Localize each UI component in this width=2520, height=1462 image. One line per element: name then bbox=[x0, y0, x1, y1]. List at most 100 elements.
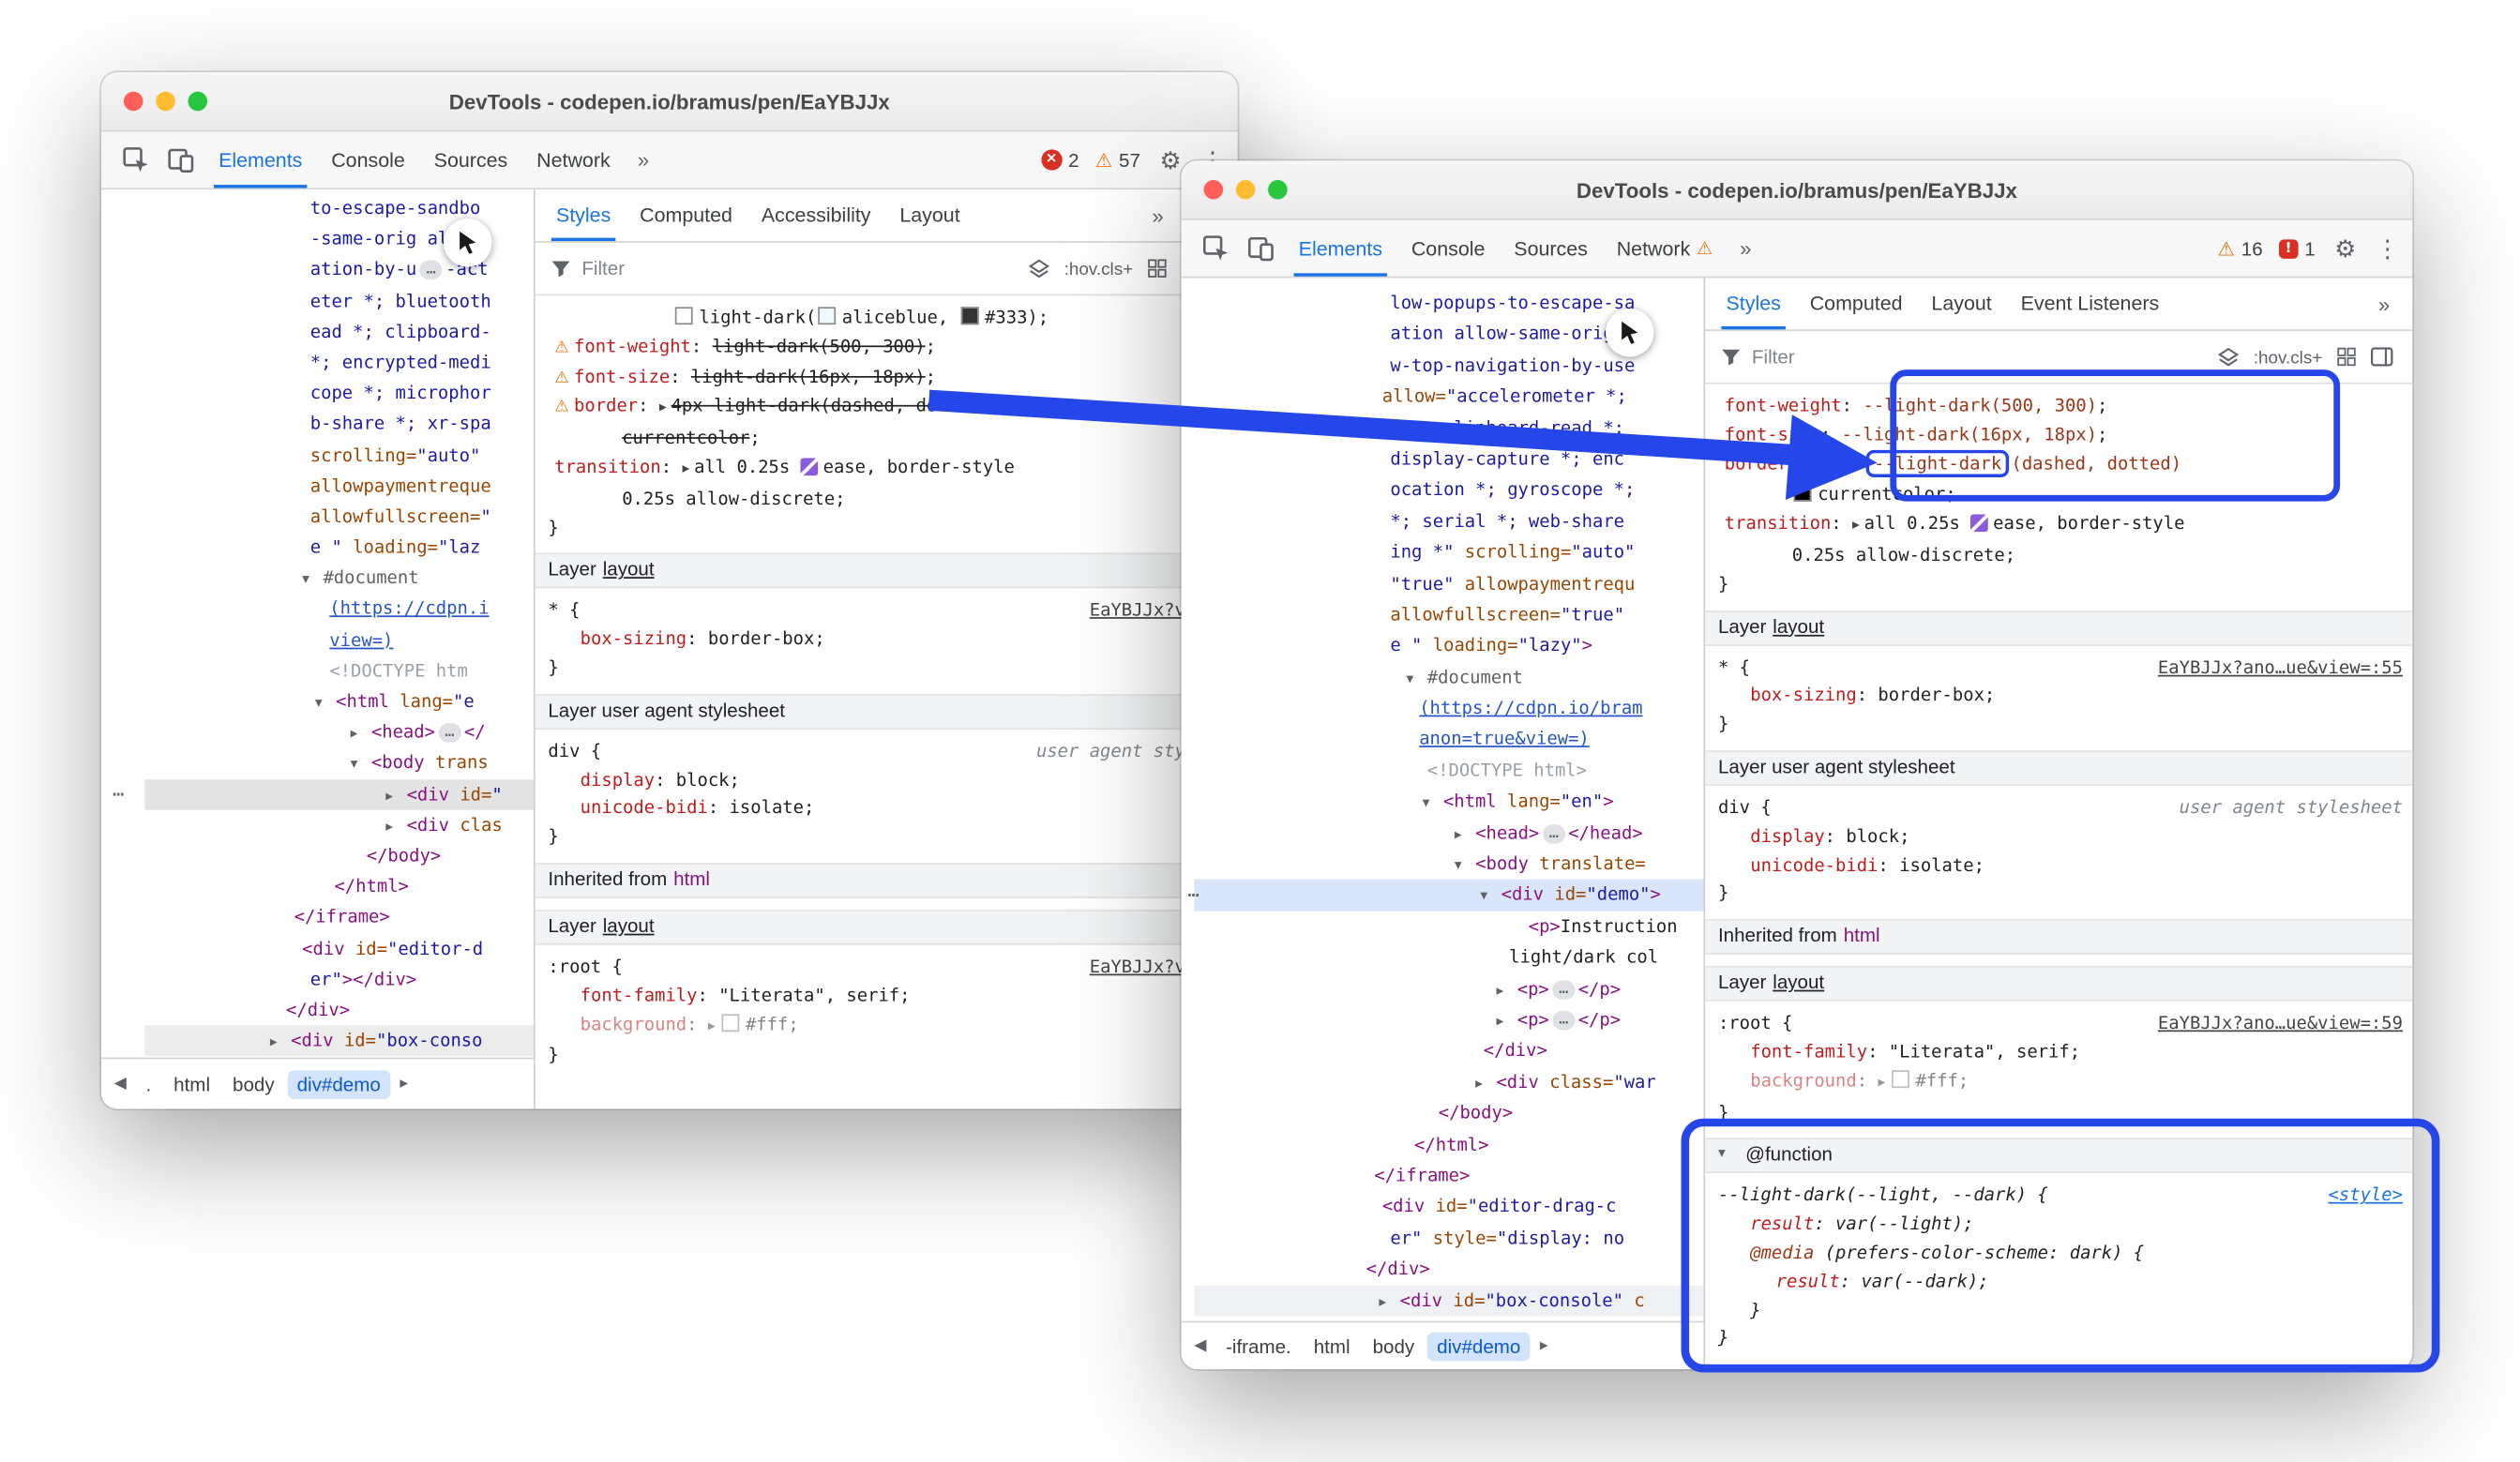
dom-tree-row[interactable]: allowfullscreen=" bbox=[144, 501, 534, 532]
toolbar-badge-issue[interactable]: !1 bbox=[2279, 237, 2316, 260]
style-declaration-row[interactable]: } bbox=[536, 654, 1238, 682]
tab-sources[interactable]: Sources bbox=[1500, 220, 1602, 277]
style-declaration-row[interactable]: div {user agent stylesheet bbox=[1705, 794, 2412, 822]
dom-tree-row[interactable]: scrolling="auto" bbox=[144, 440, 534, 471]
dom-tree-row[interactable]: er" style="display: no bbox=[1194, 1223, 1703, 1254]
color-swatch-icon[interactable] bbox=[960, 307, 978, 324]
settings-gear-icon[interactable]: ⚙ bbox=[2334, 234, 2356, 263]
style-declaration-row[interactable]: --light-dark(--light, --dark) {<style> bbox=[1705, 1182, 2412, 1210]
dom-tree-row[interactable]: "true" allowpaymentrequ bbox=[1194, 568, 1703, 599]
more-panels-button[interactable]: » bbox=[628, 148, 659, 173]
disclosure-icon[interactable]: ▸ bbox=[1496, 1007, 1517, 1038]
dom-tree-row[interactable]: eter *; bluetooth bbox=[144, 285, 534, 316]
gutter-ellipsis[interactable]: … bbox=[1187, 879, 1199, 901]
disclosure-icon[interactable]: ▸ bbox=[351, 720, 371, 751]
tab-network[interactable]: Network bbox=[522, 132, 625, 188]
disclosure-icon[interactable]: ▾ bbox=[1423, 790, 1443, 821]
zoom-button[interactable] bbox=[189, 92, 208, 112]
style-declaration-row[interactable]: ⚠ border: ▸ 4px light-dark(dashed, dotte… bbox=[536, 393, 1238, 425]
disclosure-icon[interactable]: ▸ bbox=[385, 813, 406, 844]
tab-styles[interactable]: Styles bbox=[1712, 278, 1795, 329]
style-declaration-row[interactable]: @media (prefers-color-scheme: dark) { bbox=[1705, 1239, 2412, 1267]
style-declaration-row[interactable]: background: ▸ #fff; bbox=[1705, 1066, 2412, 1098]
dom-tree-row[interactable]: ocation *; gyroscope *; bbox=[1194, 475, 1703, 505]
disclosure-icon[interactable]: ▸ bbox=[1475, 1070, 1496, 1101]
dom-tree-row[interactable]: ▸<div id="box-console" c bbox=[1194, 1285, 1703, 1316]
style-declaration-row[interactable]: font-size: --light-dark(16px, 18px); bbox=[1705, 421, 2412, 449]
tab-network[interactable]: Network⚠ bbox=[1602, 220, 1727, 277]
style-declaration-row[interactable]: :root {EaYBJJx?view= bbox=[536, 953, 1238, 981]
style-declaration-row[interactable]: ⚠ font-size: light-dark(16px, 18px); bbox=[536, 363, 1238, 393]
zoom-button[interactable] bbox=[1268, 180, 1288, 200]
state-toggle-cls[interactable]: .cls bbox=[1096, 261, 1123, 280]
style-declaration-row[interactable]: currentcolor; bbox=[536, 425, 1238, 453]
dom-tree-row[interactable]: <!DOCTYPE html> bbox=[1194, 755, 1703, 786]
style-declaration-row[interactable]: result: var(--dark); bbox=[1705, 1268, 2412, 1296]
style-declaration-row[interactable]: font-family: "Literata", serif; bbox=[1705, 1038, 2412, 1066]
tab-console[interactable]: Console bbox=[1396, 220, 1499, 277]
toolbar-badge-warn[interactable]: ⚠16 bbox=[2217, 237, 2262, 260]
dom-tree-row[interactable]: display-capture *; enc bbox=[1194, 444, 1703, 475]
disclosure-icon[interactable]: ▾ bbox=[315, 689, 336, 720]
filter-funnel-icon[interactable] bbox=[551, 259, 571, 279]
style-declaration-row[interactable]: transition: ▸ all 0.25s ease, border-sty… bbox=[536, 453, 1238, 485]
color-swatch-icon[interactable] bbox=[818, 307, 836, 324]
dom-tree-row[interactable]: anon=true&view=) bbox=[1194, 724, 1703, 755]
color-swatch-icon[interactable] bbox=[1892, 1070, 1909, 1088]
style-declaration-row[interactable]: } bbox=[1705, 1296, 2412, 1324]
dom-tree-row[interactable]: </iframe> bbox=[1194, 1160, 1703, 1191]
style-declaration-row[interactable]: } bbox=[1705, 880, 2412, 908]
resource-link[interactable]: anon=true&view=) bbox=[1419, 729, 1590, 749]
style-declaration-row[interactable]: display: block; bbox=[1705, 822, 2412, 851]
close-button[interactable] bbox=[1204, 180, 1224, 200]
dom-tree-row[interactable]: ▾#document bbox=[1194, 662, 1703, 693]
devtools-window-front[interactable]: DevTools - codepen.io/bramus/pen/EaYBJJx… bbox=[1182, 160, 2413, 1369]
dom-tree-row[interactable]: </div> bbox=[1194, 1254, 1703, 1285]
dom-tree-row[interactable]: (https://cdpn.i bbox=[144, 594, 534, 625]
dom-tree-row[interactable]: ▸<p>…</p> bbox=[1194, 1004, 1703, 1035]
disclosure-icon[interactable]: ▸ bbox=[1455, 821, 1475, 852]
style-declaration-row[interactable]: } bbox=[1705, 1325, 2412, 1353]
window-titlebar[interactable]: DevTools - codepen.io/bramus/pen/EaYBJJx bbox=[101, 72, 1238, 131]
tab-computed[interactable]: Computed bbox=[1795, 278, 1917, 329]
dom-tree-row[interactable]: ▾<body trans bbox=[144, 748, 534, 779]
dom-tree-row[interactable]: <div id="editor-d bbox=[144, 933, 534, 964]
node-link[interactable]: html bbox=[1844, 923, 1880, 951]
disclosure-icon[interactable]: ▾ bbox=[1480, 883, 1501, 914]
style-declaration-row[interactable]: light-dark(aliceblue, #333); bbox=[536, 304, 1238, 332]
dom-tree-row[interactable]: allowpaymentreque bbox=[144, 471, 534, 502]
dom-tree-row[interactable]: b-share *; xr-spa bbox=[144, 409, 534, 440]
style-declaration-row[interactable]: border: ▸ 4px --light-dark(dashed, dotte… bbox=[1705, 449, 2412, 481]
easing-swatch-icon[interactable] bbox=[1970, 515, 1988, 533]
style-declaration-row[interactable]: } bbox=[536, 823, 1238, 852]
dom-tree-row[interactable]: ▸<head>…</ bbox=[144, 717, 534, 748]
minimize-button[interactable] bbox=[156, 92, 175, 112]
kebab-menu-icon[interactable]: ⋮ bbox=[2376, 234, 2400, 263]
rule-location[interactable]: EaYBJJx?ano…ue&view=:55 bbox=[2142, 654, 2403, 682]
state-toggle-[interactable]: + bbox=[2312, 349, 2322, 369]
more-tabs-button[interactable]: » bbox=[2369, 292, 2400, 316]
dom-tree-row[interactable]: </div> bbox=[1194, 1035, 1703, 1066]
dom-tree-row[interactable]: (https://cdpn.io/bram bbox=[1194, 693, 1703, 724]
style-declaration-row[interactable]: } bbox=[536, 514, 1238, 542]
more-panels-button[interactable]: » bbox=[1730, 236, 1761, 261]
tab-event-listeners[interactable]: Event Listeners bbox=[2006, 278, 2174, 329]
style-declaration-row[interactable]: unicode-bidi: isolate; bbox=[1705, 852, 2412, 880]
breadcrumb--iframe-[interactable]: -iframe. bbox=[1216, 1332, 1301, 1361]
disclosure-icon[interactable]: ▸ bbox=[1496, 976, 1517, 1007]
resource-link[interactable]: (https://cdpn.i bbox=[329, 598, 489, 619]
tab-sources[interactable]: Sources bbox=[419, 132, 521, 188]
device-toolbar-icon[interactable] bbox=[1239, 227, 1281, 269]
style-declaration-row[interactable]: display: block; bbox=[536, 766, 1238, 794]
settings-gear-icon[interactable]: ⚙ bbox=[1160, 145, 1182, 174]
dom-tree-row[interactable]: ▾<body translate= bbox=[1194, 849, 1703, 880]
breadcrumb-html[interactable]: html bbox=[164, 1069, 219, 1098]
style-declaration-row[interactable]: box-sizing: border-box; bbox=[536, 625, 1238, 654]
tab-elements[interactable]: Elements bbox=[1284, 220, 1396, 277]
style-declaration-row[interactable]: } bbox=[1705, 711, 2412, 739]
rule-location[interactable]: <style> bbox=[2312, 1182, 2403, 1210]
tab-computed[interactable]: Computed bbox=[626, 189, 747, 241]
window-titlebar[interactable]: DevTools - codepen.io/bramus/pen/EaYBJJx bbox=[1182, 160, 2413, 219]
layer-link[interactable]: layout bbox=[1773, 613, 1824, 641]
state-toggle-hov[interactable]: :hov bbox=[1064, 261, 1096, 280]
